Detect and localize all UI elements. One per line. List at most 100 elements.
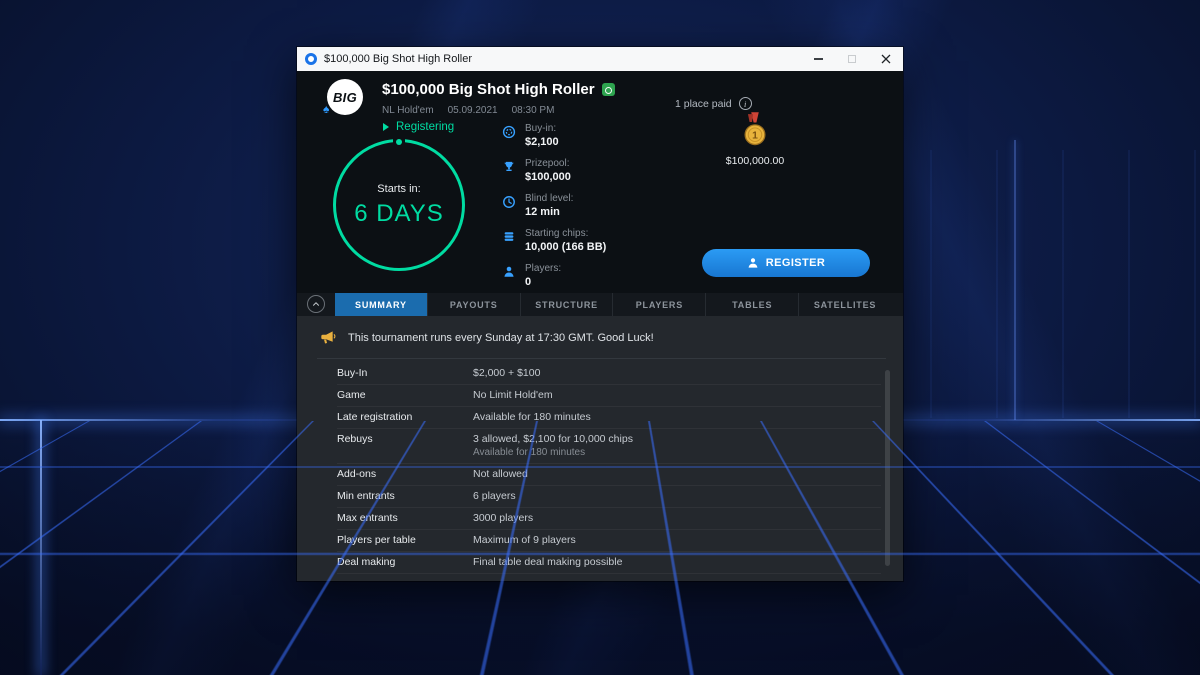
chip-icon <box>502 125 516 139</box>
row-players-per-table: Players per table Maximum of 9 players <box>337 530 881 552</box>
scrollbar[interactable] <box>885 370 890 566</box>
trophy-icon <box>502 160 516 174</box>
tabs: SUMMARY PAYOUTS STRUCTURE PLAYERS TABLES… <box>335 293 891 316</box>
row-value: 6 players <box>473 491 516 502</box>
tournament-title: $100,000 Big Shot High Roller <box>382 81 595 98</box>
maximize-button[interactable] <box>835 47 869 71</box>
register-button[interactable]: REGISTER <box>702 249 870 277</box>
stat-starting-chips: Starting chips: 10,000 (166 BB) <box>502 228 606 254</box>
tournament-date: 05.09.2021 <box>448 105 498 116</box>
stat-label: Players: <box>525 263 561 275</box>
registration-status-label: Registering <box>396 121 454 133</box>
tournament-subtitle: NL Hold'em 05.09.2021 08:30 PM <box>382 105 554 116</box>
stat-value: $100,000 <box>525 171 571 184</box>
megaphone-icon <box>319 330 336 345</box>
summary-rows: Buy-In $2,000 + $100 Game No Limit Hold'… <box>337 363 881 574</box>
tournament-time: 08:30 PM <box>512 105 555 116</box>
tab-summary[interactable]: SUMMARY <box>335 293 427 316</box>
maximize-icon <box>848 55 856 63</box>
minimize-button[interactable] <box>801 47 835 71</box>
row-value-secondary: Available for 180 minutes <box>473 448 633 458</box>
row-label: Players per table <box>337 535 473 546</box>
background-sky-grid <box>930 150 1200 418</box>
stat-label: Starting chips: <box>525 228 606 240</box>
register-person-icon <box>747 257 759 269</box>
stat-value: 12 min <box>525 206 573 219</box>
stat-prizepool: Prizepool: $100,000 <box>502 158 606 184</box>
medal-rank: 1 <box>752 131 758 142</box>
tab-satellites[interactable]: SATELLITES <box>798 293 891 316</box>
row-label: Min entrants <box>337 491 473 502</box>
stat-buyin: Buy-in: $2,100 <box>502 123 606 149</box>
countdown-value: 6 DAYS <box>354 200 444 228</box>
row-value: Final table deal making possible <box>473 557 622 568</box>
stat-players: Players: 0 <box>502 263 606 289</box>
row-max-entrants: Max entrants 3000 players <box>337 508 881 530</box>
big-logo-text: BIG <box>333 90 357 105</box>
places-paid-label: 1 place paid <box>675 98 732 110</box>
announcement: This tournament runs every Sunday at 17:… <box>297 316 903 358</box>
collapse-button[interactable] <box>307 295 325 313</box>
row-value: 3000 players <box>473 513 533 524</box>
register-button-label: REGISTER <box>766 257 825 269</box>
window-title: $100,000 Big Shot High Roller <box>324 53 801 65</box>
game-type: NL Hold'em <box>382 105 434 116</box>
stat-value: $2,100 <box>525 136 559 149</box>
player-icon <box>502 265 516 279</box>
stat-value: 0 <box>525 276 561 289</box>
row-label: Deal making <box>337 557 473 568</box>
play-icon <box>383 123 389 131</box>
row-game: Game No Limit Hold'em <box>337 385 881 407</box>
tournament-header: BIG ♠ $100,000 Big Shot High Roller NL H… <box>297 71 903 293</box>
row-value: $2,000 + $100 <box>473 368 540 379</box>
tournament-window: $100,000 Big Shot High Roller BIG ♠ $100… <box>297 47 903 581</box>
row-value: 3 allowed, $2,100 for 10,000 chips <box>473 434 633 445</box>
row-label: Add-ons <box>337 469 473 480</box>
info-icon[interactable]: i <box>739 97 752 110</box>
green-badge-icon <box>602 83 615 96</box>
registration-status: Registering <box>383 121 454 133</box>
stat-label: Prizepool: <box>525 158 571 170</box>
minimize-icon <box>814 58 823 60</box>
countdown-ring: Starts in: 6 DAYS <box>333 139 465 271</box>
tab-payouts[interactable]: PAYOUTS <box>427 293 520 316</box>
row-label: Rebuys <box>337 434 473 458</box>
divider <box>317 358 886 359</box>
background-glow-line-right <box>1014 140 1016 420</box>
background-glow-line-left <box>40 420 42 675</box>
prize-amount: $100,000.00 <box>726 155 784 167</box>
spade-icon: ♠ <box>323 103 329 115</box>
stat-label: Buy-in: <box>525 123 559 135</box>
row-label: Buy-In <box>337 368 473 379</box>
app-logo-icon <box>305 53 317 65</box>
row-rebuys: Rebuys 3 allowed, $2,100 for 10,000 chip… <box>337 429 881 464</box>
row-label: Late registration <box>337 412 473 423</box>
row-late-registration: Late registration Available for 180 minu… <box>337 407 881 429</box>
first-place-prize: 1 $100,000.00 <box>707 111 803 167</box>
tab-tables[interactable]: TABLES <box>705 293 798 316</box>
window-controls <box>801 47 903 71</box>
summary-panel: This tournament runs every Sunday at 17:… <box>297 316 903 581</box>
row-value: No Limit Hold'em <box>473 390 553 401</box>
chevron-up-icon <box>311 299 321 309</box>
row-value: Available for 180 minutes <box>473 412 591 423</box>
row-buy-in: Buy-In $2,000 + $100 <box>337 363 881 385</box>
tab-bar: SUMMARY PAYOUTS STRUCTURE PLAYERS TABLES… <box>297 293 903 316</box>
tab-structure[interactable]: STRUCTURE <box>520 293 613 316</box>
clock-icon <box>502 195 516 209</box>
announcement-text: This tournament runs every Sunday at 17:… <box>348 332 654 344</box>
close-button[interactable] <box>869 47 903 71</box>
stat-value: 10,000 (166 BB) <box>525 241 606 254</box>
medal-icon: 1 <box>740 111 770 149</box>
row-value: Maximum of 9 players <box>473 535 576 546</box>
places-paid: 1 place paid i <box>675 97 752 110</box>
row-min-entrants: Min entrants 6 players <box>337 486 881 508</box>
row-deal-making: Deal making Final table deal making poss… <box>337 552 881 574</box>
big-logo: BIG <box>327 79 363 115</box>
row-add-ons: Add-ons Not allowed <box>337 464 881 486</box>
tab-players[interactable]: PLAYERS <box>612 293 705 316</box>
countdown-label: Starts in: <box>377 183 420 195</box>
window-titlebar: $100,000 Big Shot High Roller <box>297 47 903 71</box>
chips-stack-icon <box>502 230 516 244</box>
stats-list: Buy-in: $2,100 Prizepool: $100,000 Blind… <box>502 123 606 289</box>
